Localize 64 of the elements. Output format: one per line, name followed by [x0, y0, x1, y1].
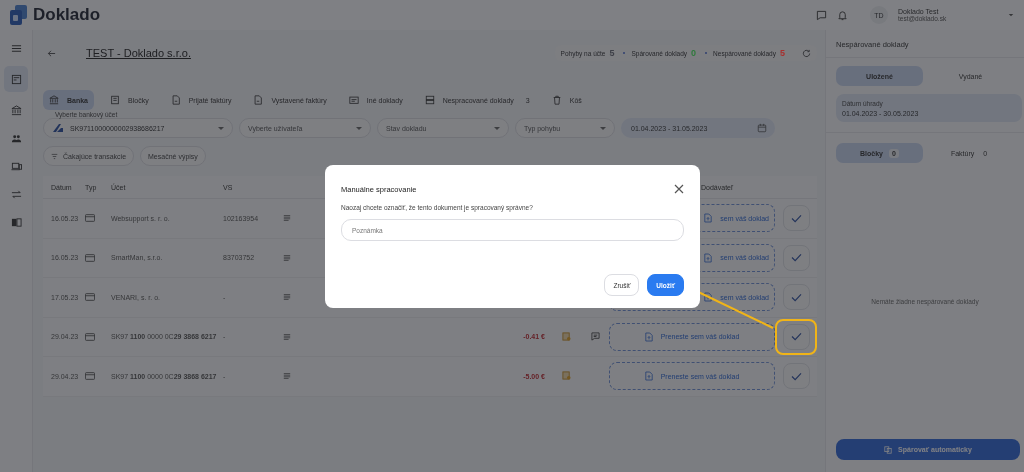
- checkmark-icon: [790, 332, 802, 342]
- file-upload-icon: [644, 331, 653, 342]
- confirm-check-button[interactable]: [782, 284, 810, 311]
- file-upload-icon: [644, 371, 653, 382]
- tray-icon: [424, 95, 435, 105]
- folder-icon: [348, 95, 359, 105]
- chat-icon[interactable]: [816, 9, 827, 21]
- filter-icon: [51, 152, 58, 160]
- note-icon[interactable]: [283, 372, 291, 381]
- checkmark-icon: [790, 292, 802, 302]
- checkmark-icon: [790, 253, 802, 263]
- file-upload-icon: [704, 292, 713, 303]
- caret-icon: [600, 126, 606, 130]
- caret-icon: [356, 126, 362, 130]
- card-icon: [85, 372, 95, 381]
- menu-icon: [10, 42, 22, 54]
- company-title[interactable]: TEST - Doklado s.r.o.: [86, 47, 191, 59]
- receipt-icon[interactable]: [561, 371, 571, 381]
- bell-icon[interactable]: [837, 9, 848, 21]
- checkmark-icon: [790, 213, 802, 223]
- confirm-check-button[interactable]: [782, 323, 810, 350]
- caret-icon[interactable]: [1008, 12, 1014, 18]
- book-icon: [10, 216, 22, 228]
- bank-icon: [10, 104, 22, 116]
- receipt-icon: [10, 73, 22, 85]
- stat-value: 0: [691, 48, 697, 58]
- checkmark-icon: [790, 371, 802, 381]
- document-icon: [253, 95, 264, 105]
- close-icon[interactable]: [674, 184, 684, 194]
- bank-logo-icon: [52, 123, 64, 133]
- confirm-check-button[interactable]: [782, 363, 810, 390]
- confirm-check-button[interactable]: [782, 244, 810, 271]
- document-icon: [170, 95, 181, 105]
- stat-value: 5: [609, 48, 615, 58]
- confirm-check-button[interactable]: [782, 205, 810, 232]
- caret-icon: [218, 126, 224, 130]
- card-icon: [85, 214, 95, 223]
- receipt-icon: [110, 95, 120, 105]
- card-icon: [85, 332, 95, 341]
- stat-value: 5: [780, 48, 785, 58]
- app-name: Doklado: [33, 5, 101, 25]
- card-icon: [85, 253, 95, 262]
- file-upload-icon: [704, 252, 713, 263]
- note-icon[interactable]: [283, 214, 291, 223]
- back-arrow-icon[interactable]: [47, 48, 56, 58]
- card-icon: [85, 293, 95, 302]
- laptop-icon: [10, 160, 22, 172]
- sidebar-item[interactable]: [4, 66, 28, 92]
- receipt-icon[interactable]: [561, 331, 571, 341]
- note-icon[interactable]: [283, 332, 291, 341]
- highlight-frame: [775, 318, 817, 355]
- people-icon: [10, 132, 22, 144]
- calendar-icon: [757, 123, 767, 133]
- refresh-icon[interactable]: [802, 48, 811, 58]
- caret-icon: [494, 126, 500, 130]
- note-icon[interactable]: [283, 253, 291, 262]
- transfer-icon: [10, 188, 22, 200]
- bank-icon: [49, 95, 59, 105]
- note-icon[interactable]: [283, 293, 291, 302]
- comment-icon[interactable]: [590, 331, 600, 341]
- copy-icon: [884, 445, 893, 454]
- file-upload-icon: [704, 213, 713, 224]
- trash-icon: [551, 95, 562, 105]
- logo-icon: [8, 4, 30, 26]
